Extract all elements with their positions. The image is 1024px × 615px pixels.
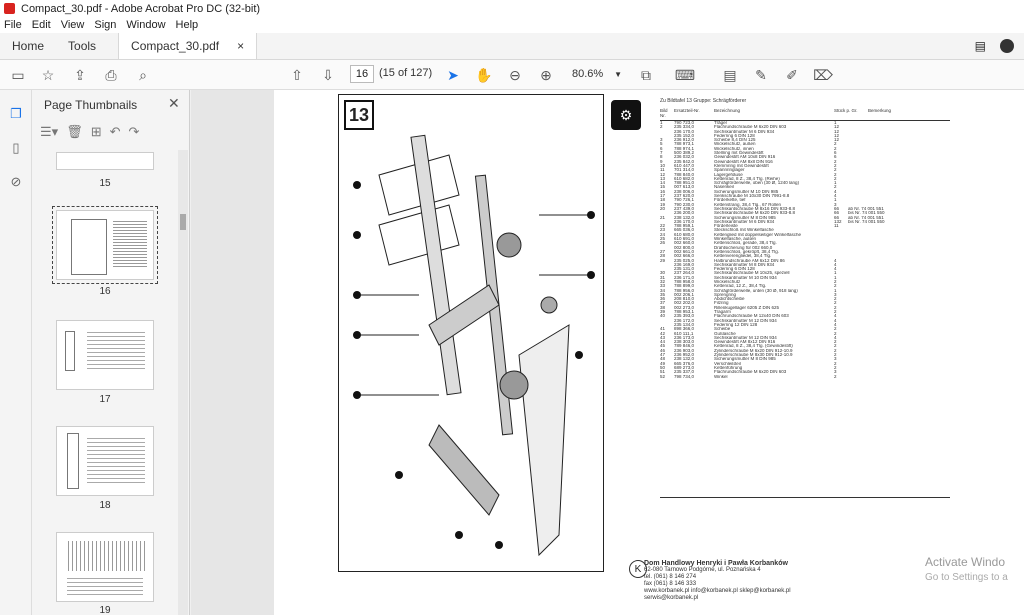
col-header-bild: Bild Nr. xyxy=(660,108,668,118)
activate-windows-subtext: Go to Settings to a xyxy=(925,572,1008,583)
comment-bubble-icon[interactable]: ▤ xyxy=(975,39,986,53)
page-thumbnails-icon[interactable]: ❐ xyxy=(8,106,24,122)
comment-icon[interactable]: ▤ xyxy=(720,65,740,85)
dealer-tel: tel. (061) 8 146 274 xyxy=(644,574,697,580)
parts-list-table: Zu Bildtafel 13 Gruppe: Schrägförderer B… xyxy=(660,98,950,498)
close-panel-icon[interactable]: ✕ xyxy=(168,95,180,112)
rotate-right-icon[interactable]: ↷ xyxy=(129,124,140,140)
delete-page-icon[interactable]: 🗑 xyxy=(66,124,83,140)
panel-toolbar: ☰▾ 🗑 ⊞ ↶ ↷ xyxy=(40,124,139,140)
page-thumbnail-15[interactable] xyxy=(56,152,154,170)
page-count: (15 of 127) xyxy=(379,67,433,79)
left-navigation-rail: ❐ ▯ ⊘ xyxy=(0,90,32,615)
table-cell: 52 xyxy=(660,374,666,379)
menu-window[interactable]: Window xyxy=(126,19,165,31)
next-page-icon[interactable]: ⇩ xyxy=(318,65,338,85)
dealer-web: www.korbanek.pl info@korbanek.pl sklep@k… xyxy=(644,588,791,601)
menu-file[interactable]: File xyxy=(4,19,22,31)
options-menu-icon[interactable]: ☰▾ xyxy=(40,124,58,140)
chevron-down-icon: ▼ xyxy=(614,69,622,79)
tab-bar: Home Tools Compact_30.pdf × ▤ xyxy=(0,33,1024,60)
dealer-footer: Dom Handlowy Henryki i Pawła Korbanków 6… xyxy=(644,560,844,602)
parts-table-body: 1 790 723,0 Träger 1 2 235 334,0 Flachrundschr… xyxy=(660,120,950,498)
menu-view[interactable]: View xyxy=(61,19,85,31)
table-cell: 2 xyxy=(834,374,837,379)
col-header-bemerkung: Bemerkung xyxy=(868,108,892,113)
tab-tools[interactable]: Tools xyxy=(56,33,108,59)
table-cell: Winkel xyxy=(714,374,728,379)
hand-tool-icon[interactable]: ✋ xyxy=(474,65,494,85)
insert-page-icon[interactable]: ⊞ xyxy=(91,124,102,140)
scrollbar-thumb[interactable] xyxy=(180,214,186,230)
document-viewer[interactable]: 13 ⚙ Zu Bildtafel 13 Gruppe: Schrägförde… xyxy=(191,90,1024,615)
select-cursor-icon[interactable]: ➤ xyxy=(443,65,463,85)
dealer-fax: fax (061) 8 146 333 xyxy=(644,581,697,587)
parts-drawing xyxy=(353,134,595,557)
exploded-parts-diagram xyxy=(338,94,604,572)
panel-title: Page Thumbnails xyxy=(44,98,138,112)
main-toolbar: ▭ ☆ ⇪ ⎙ ⌕ ⇧ ⇩ ➤ ✋ ⊖ ⊕ ⧉ ⌨ ▤ ✎ ✐ ⌦ xyxy=(0,60,1024,90)
zoom-in-icon[interactable]: ⊕ xyxy=(536,65,556,85)
col-header-ersatzteil: Ersatzteil-Nr. xyxy=(674,108,700,113)
table-cell: 798 734,0 xyxy=(674,374,695,379)
save-icon[interactable]: ▭ xyxy=(8,65,28,85)
page-thumbnails-panel: Page Thumbnails ✕ ☰▾ 🗑 ⊞ ↶ ↷ 15 16 17 18… xyxy=(32,90,190,615)
plate-number: 13 xyxy=(344,100,374,130)
keyboard-icon[interactable]: ⌨ xyxy=(675,65,695,85)
pdf-page: 13 ⚙ Zu Bildtafel 13 Gruppe: Schrägförde… xyxy=(274,90,1024,615)
thumbnail-label-19: 19 xyxy=(99,605,111,615)
thumbnail-label-17: 17 xyxy=(99,394,111,405)
thumbnail-label-15: 15 xyxy=(99,178,111,189)
acrobat-app-icon xyxy=(4,3,15,14)
zoom-value: 80.6% xyxy=(572,68,604,80)
page-thumbnail-17[interactable] xyxy=(56,320,154,390)
header-right-buttons: ▤ xyxy=(975,33,1024,59)
page-thumbnail-18[interactable] xyxy=(56,426,154,496)
thumbnail-label-18: 18 xyxy=(99,500,111,511)
zoom-dropdown[interactable]: 80.6% ▼ xyxy=(569,65,625,83)
menu-help[interactable]: Help xyxy=(176,19,199,31)
bookmark-star-icon[interactable]: ☆ xyxy=(38,65,58,85)
zoom-search-icon[interactable]: ⌕ xyxy=(133,65,153,85)
col-header-bezeichnung: Bezeichnung xyxy=(714,108,741,113)
page-thumbnail-19[interactable] xyxy=(56,532,154,602)
dealer-name: Dom Handlowy Henryki i Pawła Korbanków xyxy=(644,560,788,567)
bookmarks-icon[interactable]: ▯ xyxy=(8,140,24,156)
close-tab-icon[interactable]: × xyxy=(237,39,244,53)
table-row: 52 798 734,0 Winkel 2 xyxy=(660,375,950,379)
table-group-header: Zu Bildtafel 13 Gruppe: Schrägförderer xyxy=(660,98,747,104)
tab-document[interactable]: Compact_30.pdf × xyxy=(118,33,258,59)
tag-icon[interactable]: ⌦ xyxy=(813,65,833,85)
zoom-out-icon[interactable]: ⊖ xyxy=(505,65,525,85)
menu-sign[interactable]: Sign xyxy=(94,19,116,31)
page-number-input[interactable]: 16 xyxy=(350,65,374,83)
title-bar: Compact_30.pdf - Adobe Acrobat Pro DC (3… xyxy=(0,0,1024,17)
upload-cloud-icon[interactable]: ⇪ xyxy=(70,65,90,85)
tab-document-label: Compact_30.pdf xyxy=(131,39,220,53)
table-column-headers: Bild Nr. Ersatzteil-Nr. Bezeichnung Stüc… xyxy=(660,108,950,118)
window-title: Compact_30.pdf - Adobe Acrobat Pro DC (3… xyxy=(21,2,261,15)
dealer-address: 62-080 Tarnowo Podgórne, ul. Poznańska 4 xyxy=(644,567,761,573)
attachments-paperclip-icon[interactable]: ⊘ xyxy=(8,174,24,190)
rotate-left-icon[interactable]: ↶ xyxy=(110,124,121,140)
tab-home[interactable]: Home xyxy=(0,33,56,59)
manufacturer-logo-icon: ⚙ xyxy=(611,100,641,130)
page-thumbnail-16[interactable] xyxy=(52,206,158,284)
thumbnail-scrollbar[interactable] xyxy=(178,150,188,615)
activate-windows-watermark: Activate Windo xyxy=(925,555,1006,569)
account-avatar-icon[interactable] xyxy=(1000,39,1014,53)
page-display-icon[interactable]: ⧉ xyxy=(636,65,656,85)
draw-icon[interactable]: ✐ xyxy=(782,65,802,85)
highlight-pen-icon[interactable]: ✎ xyxy=(751,65,771,85)
menu-bar: File Edit View Sign Window Help xyxy=(0,17,1024,33)
previous-page-icon[interactable]: ⇧ xyxy=(287,65,307,85)
menu-edit[interactable]: Edit xyxy=(32,19,51,31)
thumbnail-label-16: 16 xyxy=(99,286,111,297)
col-header-stueck: Stück p. Gr. xyxy=(834,108,858,113)
print-icon[interactable]: ⎙ xyxy=(101,65,121,85)
table-cell xyxy=(848,375,928,379)
